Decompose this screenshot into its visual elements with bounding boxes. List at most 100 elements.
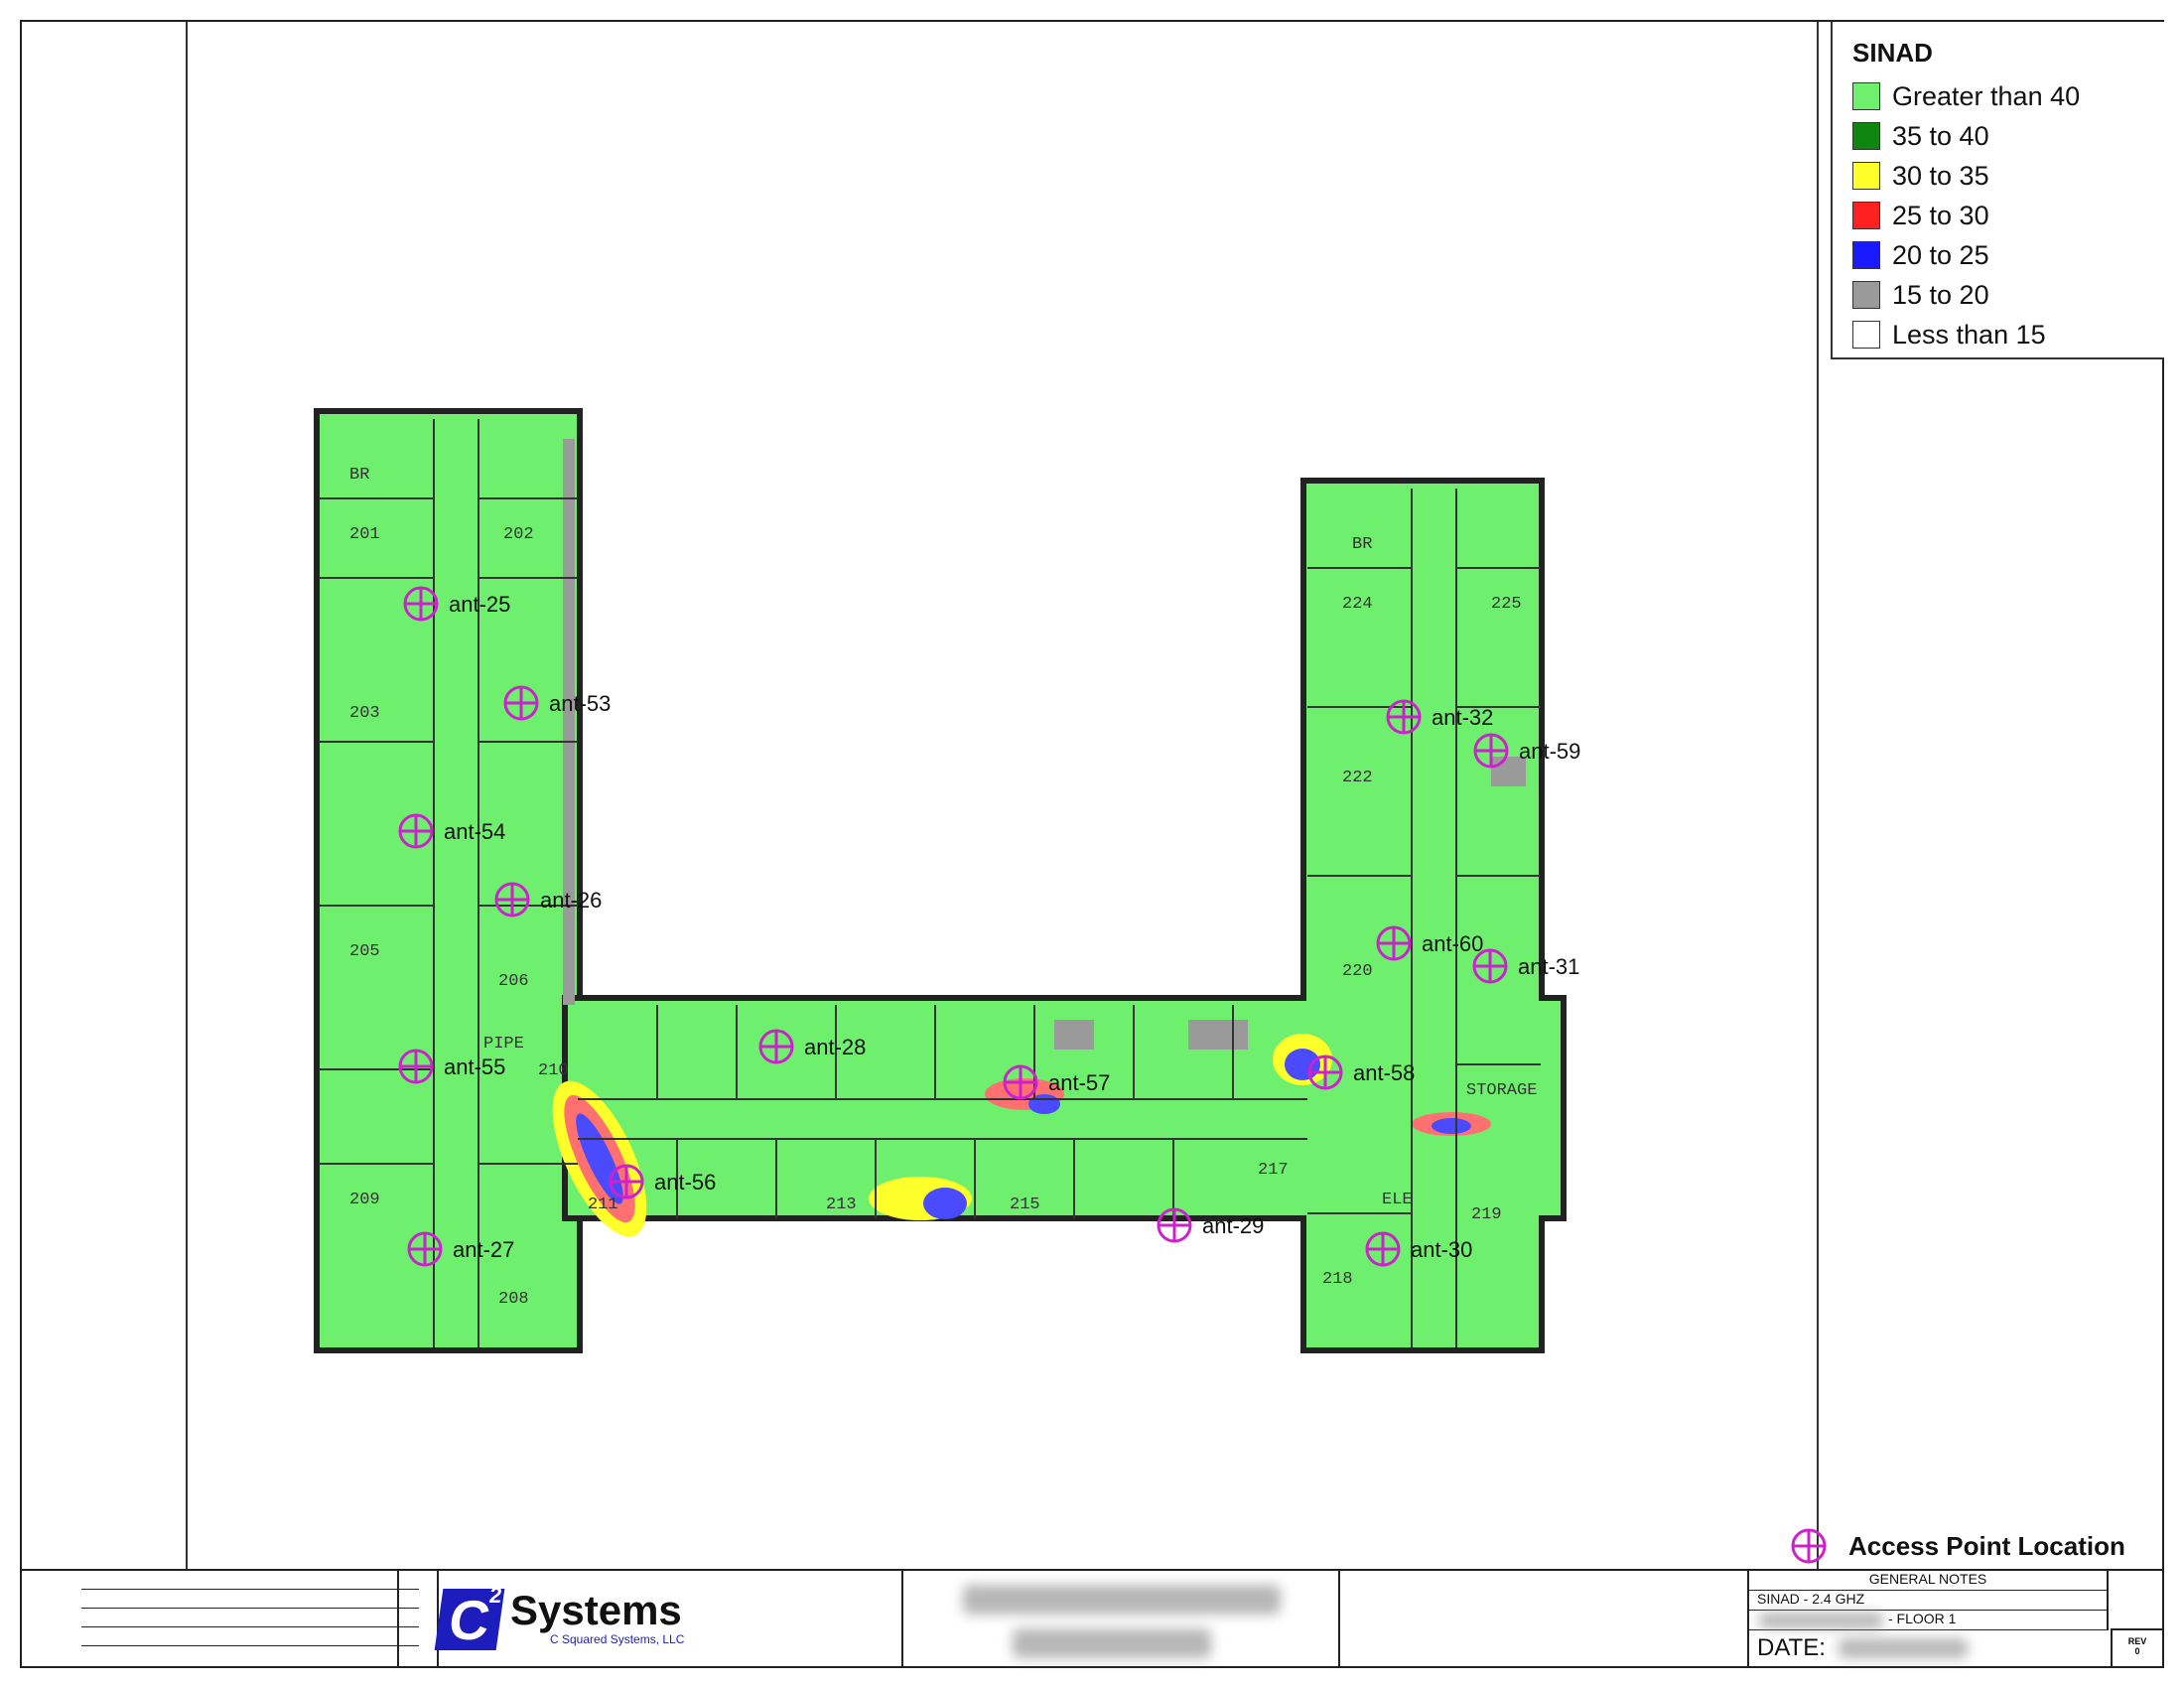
access-point-label: ant-26 <box>540 888 602 913</box>
access-point[interactable]: ant-60 <box>1376 925 1483 961</box>
legend-title: SINAD <box>1852 38 1933 68</box>
legend-item: 20 to 25 <box>1852 235 2144 275</box>
date-label: DATE: <box>1757 1634 1826 1661</box>
access-point-label: ant-27 <box>453 1237 514 1262</box>
legend-swatch <box>1852 82 1880 110</box>
access-point[interactable]: ant-57 <box>1003 1064 1110 1100</box>
room-label: 205 <box>349 942 380 961</box>
access-point-key: Access Point Location <box>1789 1526 2125 1566</box>
title-block: C2 Systems C Squared Systems, LLC GENERA… <box>22 1569 2162 1668</box>
legend-label: 35 to 40 <box>1892 120 1989 151</box>
room-label: 211 <box>588 1196 618 1214</box>
room-label: 208 <box>498 1290 529 1309</box>
redacted-client-name-2 <box>1013 1628 1211 1658</box>
room-label: 220 <box>1342 962 1373 981</box>
company-name: Systems <box>510 1587 682 1633</box>
redacted-date <box>1839 1638 1968 1658</box>
floor-plan-map: 201 202 203 205 206 209 208 210 211 213 … <box>314 408 1580 1353</box>
access-point[interactable]: ant-55 <box>398 1049 505 1084</box>
access-point[interactable]: ant-29 <box>1157 1207 1264 1243</box>
access-point[interactable]: ant-26 <box>494 882 602 917</box>
sinad-legend: SINAD Greater than 40 35 to 40 30 to 35 … <box>1831 22 2164 359</box>
room-label: 210 <box>538 1061 569 1080</box>
room-label: ELE <box>1382 1191 1413 1209</box>
access-point-label: ant-29 <box>1202 1213 1264 1238</box>
client-cell <box>903 1571 1340 1668</box>
legend-item: 25 to 30 <box>1852 196 2144 235</box>
access-point-icon <box>1791 1528 1827 1564</box>
room-label: 225 <box>1491 595 1522 614</box>
redacted-client-name <box>963 1585 1281 1615</box>
company-subtitle: C Squared Systems, LLC <box>550 1632 685 1646</box>
room-label: 209 <box>349 1191 380 1209</box>
access-point[interactable]: ant-31 <box>1472 948 1579 984</box>
legend-item: 15 to 20 <box>1852 275 2144 315</box>
legend-label: Greater than 40 <box>1892 80 2081 111</box>
access-point[interactable]: ant-25 <box>403 586 510 622</box>
access-point[interactable]: ant-53 <box>503 685 611 721</box>
access-point[interactable]: ant-58 <box>1307 1055 1415 1090</box>
access-point-label: ant-55 <box>444 1055 505 1079</box>
access-point[interactable]: ant-32 <box>1386 699 1493 735</box>
legend-swatch <box>1852 122 1880 150</box>
notes-line-1: SINAD - 2.4 GHZ <box>1749 1591 2107 1611</box>
notes-header: GENERAL NOTES <box>1749 1571 2107 1591</box>
access-point-label: ant-56 <box>654 1170 716 1195</box>
access-point-label: ant-25 <box>449 592 510 617</box>
room-label: STORAGE <box>1466 1081 1537 1100</box>
access-point[interactable]: ant-30 <box>1365 1231 1472 1267</box>
legend-item: 35 to 40 <box>1852 116 2144 156</box>
redacted-site-name <box>1759 1613 1883 1628</box>
legend-swatch <box>1852 321 1880 349</box>
access-point-label: ant-28 <box>804 1035 866 1059</box>
legend-label: 15 to 20 <box>1892 279 1989 310</box>
room-label: 215 <box>1010 1196 1040 1214</box>
rev-value: 0 <box>2134 1646 2140 1656</box>
legend-swatch <box>1852 162 1880 190</box>
legend-item: Less than 15 <box>1852 315 2144 354</box>
room-label: 222 <box>1342 769 1373 787</box>
drawing-sheet: 201 202 203 205 206 209 208 210 211 213 … <box>20 20 2164 1668</box>
room-label: PIPE <box>483 1035 524 1054</box>
access-point-label: ant-58 <box>1353 1060 1415 1085</box>
legend-swatch <box>1852 241 1880 269</box>
room-label: BR <box>349 466 369 485</box>
logo-mark: C2 <box>434 1583 505 1651</box>
blank-cell <box>1340 1571 1749 1668</box>
revision-lines <box>81 1571 419 1668</box>
room-label: 206 <box>498 972 529 991</box>
room-label: 224 <box>1342 595 1373 614</box>
access-point-label: ant-31 <box>1518 954 1579 979</box>
legend-item: 30 to 35 <box>1852 156 2144 196</box>
room-label: 203 <box>349 704 380 723</box>
access-point-label: ant-30 <box>1411 1237 1472 1262</box>
access-point-label: ant-59 <box>1519 739 1580 764</box>
access-point-label: ant-54 <box>444 819 505 844</box>
legend-label: 20 to 25 <box>1892 239 1989 270</box>
room-label: 201 <box>349 525 380 544</box>
access-point-key-label: Access Point Location <box>1848 1530 2125 1561</box>
access-point-label: ant-60 <box>1422 931 1483 956</box>
access-point[interactable]: ant-59 <box>1473 733 1580 769</box>
room-label: 213 <box>826 1196 857 1214</box>
access-point[interactable]: ant-28 <box>758 1029 866 1064</box>
access-point[interactable]: ant-27 <box>407 1231 514 1267</box>
rev-label: REV <box>2127 1636 2147 1646</box>
legend-label: Less than 15 <box>1892 319 2046 350</box>
room-label: 217 <box>1258 1161 1289 1180</box>
legend-label: 30 to 35 <box>1892 160 1989 191</box>
access-point[interactable]: ant-56 <box>609 1164 716 1199</box>
access-point-label: ant-53 <box>549 691 611 716</box>
access-point-label: ant-32 <box>1432 705 1493 730</box>
floor-plan-area: 201 202 203 205 206 209 208 210 211 213 … <box>22 22 1819 1569</box>
revision-box: REV 0 <box>2111 1628 2162 1668</box>
west-wing <box>314 408 583 1353</box>
revision-cell <box>22 1571 439 1668</box>
legend-label: 25 to 30 <box>1892 200 1989 230</box>
room-label: 218 <box>1322 1270 1353 1289</box>
access-point[interactable]: ant-54 <box>398 813 505 849</box>
company-logo: C2 Systems C Squared Systems, LLC <box>434 1583 685 1651</box>
legend-swatch <box>1852 281 1880 309</box>
room-label: 202 <box>503 525 534 544</box>
room-label: 219 <box>1471 1205 1502 1224</box>
